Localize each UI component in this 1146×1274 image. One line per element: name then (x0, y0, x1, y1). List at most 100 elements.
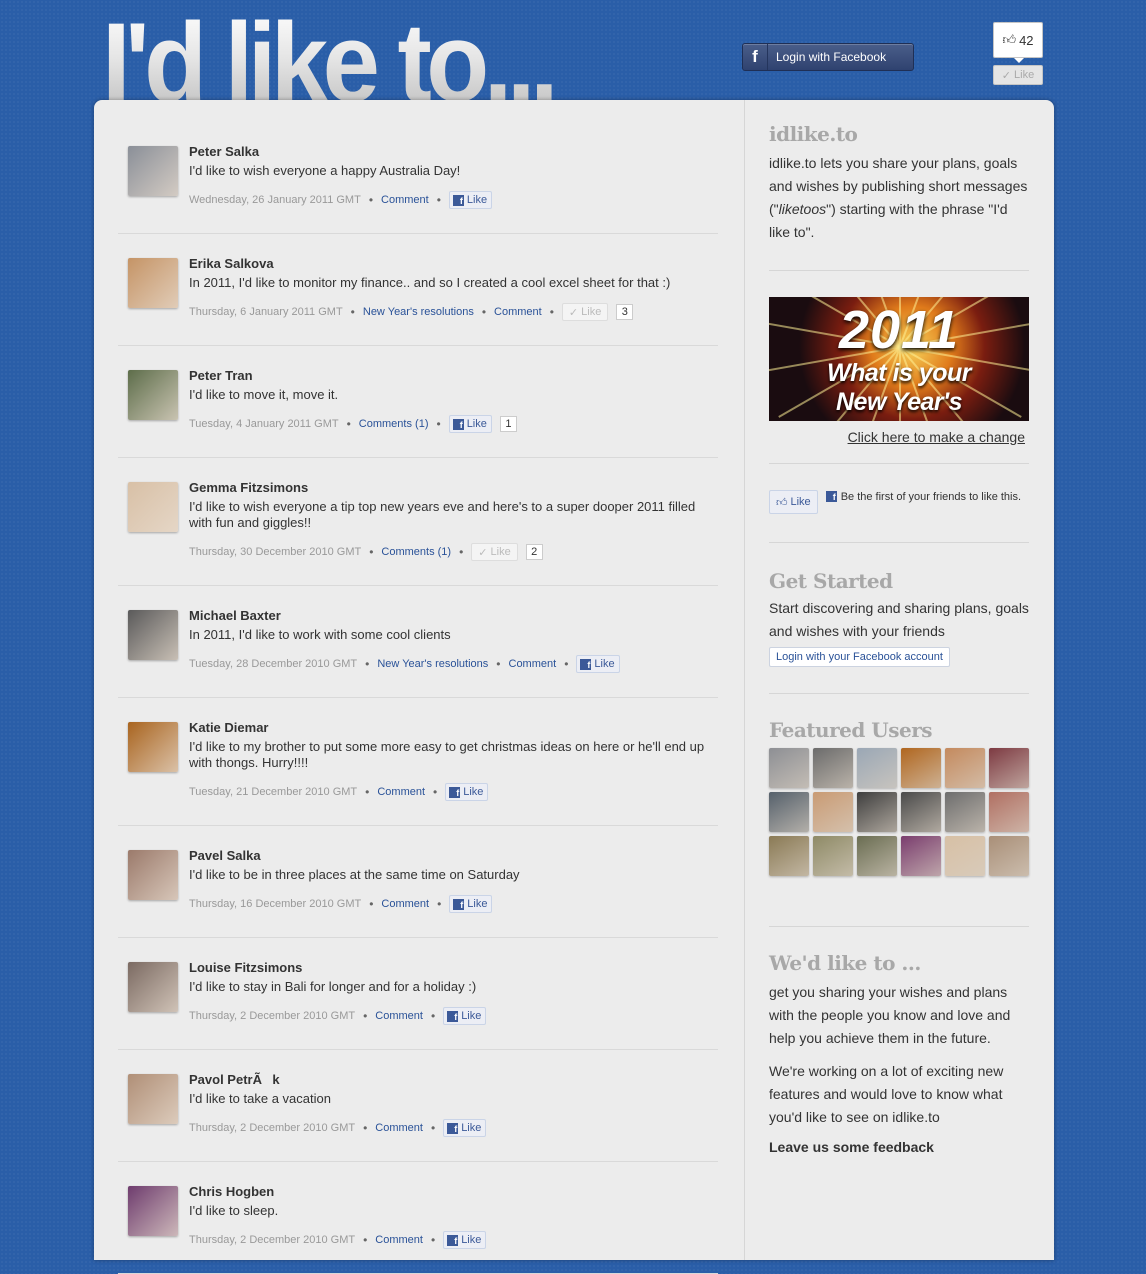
featured-user-avatar[interactable] (769, 792, 809, 832)
featured-user-avatar[interactable] (945, 748, 985, 788)
featured-user-avatar[interactable] (857, 792, 897, 832)
user-avatar[interactable] (128, 482, 178, 532)
separator-dot: • (564, 657, 569, 671)
featured-user-avatar[interactable] (901, 748, 941, 788)
like-button[interactable]: f Like (576, 655, 620, 673)
comment-link[interactable]: Comment (509, 658, 557, 670)
post-message: I'd like to stay in Bali for longer and … (189, 979, 477, 994)
comment-link[interactable]: Comment (375, 1122, 423, 1134)
about-section: idlike.to idlike.to lets you share your … (769, 122, 1029, 271)
user-avatar[interactable] (128, 258, 178, 308)
social-like-text: f Be the first of your friends to like t… (825, 490, 1021, 504)
comment-link[interactable]: Comments (1) (359, 418, 429, 430)
separator-dot: • (365, 657, 370, 671)
post-meta: Thursday, 2 December 2010 GMT • Comment • f L… (189, 1007, 709, 1025)
post-message: I'd like to move it, move it. (189, 387, 339, 402)
post-tag-link[interactable]: New Year's resolutions (377, 658, 488, 670)
comment-link[interactable]: Comment (375, 1010, 423, 1022)
separator-dot: • (436, 193, 441, 207)
post-date: Thursday, 2 December 2010 GMT (189, 1010, 356, 1022)
wed-like-section: We'd like to ... get you sharing your wi… (769, 927, 1029, 1155)
promo-link[interactable]: Click here to make a change (769, 429, 1025, 445)
featured-user-avatar[interactable] (989, 748, 1029, 788)
featured-user-avatar[interactable] (989, 792, 1029, 832)
post-date: Tuesday, 4 January 2011 GMT (189, 418, 339, 430)
featured-user-avatar[interactable] (945, 792, 985, 832)
post-meta: Thursday, 16 December 2010 GMT • Comment • f… (189, 895, 709, 913)
new-years-resolution-banner[interactable]: 2011 What is your New Year's Resolution? (769, 297, 1029, 421)
page-like-button[interactable]: ✓ Like (993, 65, 1043, 85)
site-logo[interactable]: I'd like to... (102, 4, 553, 100)
user-avatar[interactable] (128, 1074, 178, 1124)
featured-user-avatar[interactable] (813, 792, 853, 832)
featured-user-avatar[interactable] (857, 748, 897, 788)
post-date: Thursday, 16 December 2010 GMT (189, 898, 362, 910)
social-like-button[interactable]: 👍︎ Like (769, 490, 818, 514)
wed-like-text-1: get you sharing your wishes and plans wi… (769, 984, 1011, 1046)
user-avatar[interactable] (128, 370, 178, 420)
featured-user-avatar[interactable] (857, 836, 897, 876)
featured-user-avatar[interactable] (813, 836, 853, 876)
featured-user-avatar[interactable] (989, 836, 1029, 876)
post-body: Gemma Fitzsimons I'd like to wish everyon… (189, 480, 709, 561)
post-author[interactable]: Erika Salkova (189, 256, 709, 272)
user-avatar[interactable] (128, 850, 178, 900)
post-tag-link[interactable]: New Year's resolutions (363, 306, 474, 318)
post-author[interactable]: Gemma Fitzsimons (189, 480, 709, 496)
like-button[interactable]: f Like (443, 1231, 487, 1249)
separator-dot: • (363, 1009, 368, 1023)
facebook-icon: f (447, 1122, 459, 1134)
post-author[interactable]: Pavol PetrÃk (189, 1072, 709, 1088)
separator-dot: • (369, 897, 374, 911)
post-author[interactable]: Peter Tran (189, 368, 709, 384)
comment-link[interactable]: Comment (494, 306, 542, 318)
login-facebook-account-button[interactable]: Login with your Facebook account (769, 647, 950, 667)
post-item: Pavol PetrÃk I'd like to take a vacation… (118, 1050, 718, 1162)
featured-user-avatar[interactable] (945, 836, 985, 876)
featured-user-avatar[interactable] (769, 748, 809, 788)
post-author[interactable]: Louise Fitzsimons (189, 960, 709, 976)
user-avatar[interactable] (128, 962, 178, 1012)
user-avatar[interactable] (128, 610, 178, 660)
separator-dot: • (430, 1233, 436, 1247)
post-body: Katie Diemar I'd like to my brother to pu… (189, 720, 709, 801)
like-button[interactable]: f Like (448, 415, 492, 433)
login-with-facebook-button[interactable]: f Login with Facebook (742, 43, 914, 71)
comment-link[interactable]: Comment (375, 1234, 423, 1246)
like-button[interactable]: f Like (445, 783, 489, 801)
comment-link[interactable]: Comment (377, 786, 425, 798)
promo-section: 2011 What is your New Year's Resolution?… (769, 297, 1029, 464)
post-message: I'd like to wish everyone a happy Austra… (189, 163, 461, 178)
post-author[interactable]: Michael Baxter (189, 608, 709, 624)
like-button[interactable]: ✓ Like (471, 543, 518, 561)
featured-user-avatar[interactable] (769, 836, 809, 876)
like-button[interactable]: f Like (443, 1119, 487, 1137)
like-button[interactable]: f Like (448, 191, 493, 209)
feedback-link[interactable]: Leave us some feedback (769, 1139, 1029, 1155)
separator-dot: • (365, 785, 370, 799)
like-button[interactable]: ✓ Like (561, 303, 609, 321)
featured-user-avatar[interactable] (901, 792, 941, 832)
post-author[interactable]: Pavel Salka (189, 848, 709, 864)
thumbs-up-icon: 👍︎ (1002, 32, 1017, 47)
facebook-icon: f (452, 418, 464, 430)
user-avatar[interactable] (128, 722, 178, 772)
user-avatar[interactable] (128, 146, 178, 196)
post-author[interactable]: Peter Salka (189, 144, 709, 160)
page-like-count: 42 (1019, 32, 1034, 48)
like-button[interactable]: f Like (449, 895, 493, 913)
featured-user-avatar[interactable] (813, 748, 853, 788)
main-panel: Peter Salka I'd like to wish everyone a h… (94, 100, 1054, 1274)
comment-link[interactable]: Comment (381, 194, 429, 206)
post-date: Thursday, 2 December 2010 GMT (189, 1234, 356, 1246)
post-body: Michael Baxter In 2011, I'd like to work … (189, 608, 709, 673)
post-body: Pavol PetrÃk I'd like to take a vacation… (189, 1072, 709, 1137)
comment-link[interactable]: Comment (381, 898, 429, 910)
post-author[interactable]: Chris Hogben (189, 1184, 709, 1200)
like-button[interactable]: f Like (443, 1007, 487, 1025)
comment-link[interactable]: Comments (1) (381, 546, 451, 558)
user-avatar[interactable] (128, 1186, 178, 1236)
separator-dot: • (430, 1009, 436, 1023)
post-author[interactable]: Katie Diemar (189, 720, 709, 736)
featured-user-avatar[interactable] (901, 836, 941, 876)
